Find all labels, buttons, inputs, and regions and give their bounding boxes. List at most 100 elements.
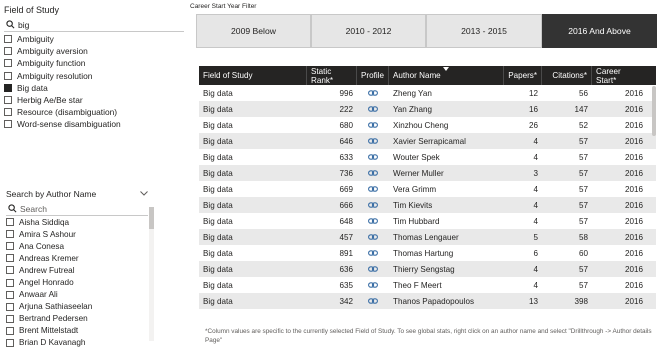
author-option[interactable]: Brent Mittelstadt: [6, 325, 154, 337]
checkbox[interactable]: [4, 35, 12, 44]
author-option[interactable]: Brian D Kavanagh: [6, 337, 154, 349]
column-header-papers[interactable]: Papers*: [504, 66, 542, 85]
checkbox[interactable]: [4, 59, 12, 68]
table-row[interactable]: Big data 633 Wouter Spek 4 57 2016: [199, 149, 656, 165]
cell-profile[interactable]: [357, 197, 389, 213]
cell-profile[interactable]: [357, 85, 389, 101]
career-button-2013-2015[interactable]: 2013 - 2015: [426, 14, 542, 48]
link-icon[interactable]: [368, 121, 378, 130]
cell-author-name[interactable]: T Mcnutt: [389, 309, 504, 312]
career-button-2009-below[interactable]: 2009 Below: [196, 14, 311, 48]
cell-author-name[interactable]: Thierry Sengstag: [389, 261, 504, 277]
table-row[interactable]: Big data 736 Werner Muller 3 57 2016: [199, 165, 656, 181]
cell-profile[interactable]: [357, 261, 389, 277]
link-icon[interactable]: [368, 281, 378, 290]
cell-profile[interactable]: [357, 181, 389, 197]
table-row[interactable]: Big data 636 Thierry Sengstag 4 57 2016: [199, 261, 656, 277]
link-icon[interactable]: [368, 297, 378, 306]
table-row[interactable]: Big data 996 Zheng Yan 12 56 2016: [199, 85, 656, 101]
link-icon[interactable]: [368, 89, 378, 98]
cell-author-name[interactable]: Zheng Yan: [389, 85, 504, 101]
cell-profile[interactable]: [357, 245, 389, 261]
field-of-study-option[interactable]: Big data: [4, 82, 189, 94]
table-row[interactable]: Big data 648 Tim Hubbard 4 57 2016: [199, 213, 656, 229]
cell-profile[interactable]: [357, 213, 389, 229]
cell-profile[interactable]: [357, 165, 389, 181]
table-row[interactable]: Big data 891 Thomas Hartung 6 60 2016: [199, 245, 656, 261]
cell-author-name[interactable]: Thanos Papadopoulos: [389, 293, 504, 309]
column-header-author-name[interactable]: Author Name: [389, 66, 504, 85]
author-option[interactable]: Angel Honrado: [6, 276, 154, 288]
cell-profile[interactable]: [357, 133, 389, 149]
checkbox[interactable]: [6, 230, 14, 239]
checkbox[interactable]: [6, 290, 14, 299]
field-of-study-option[interactable]: Ambiguity aversion: [4, 45, 189, 57]
column-header-static-rank[interactable]: Static Rank*: [307, 66, 357, 85]
table-row[interactable]: Big data 342 Thanos Papadopoulos 13 398 2016: [199, 293, 656, 309]
checkbox[interactable]: [6, 278, 14, 287]
link-icon[interactable]: [368, 137, 378, 146]
table-row[interactable]: Big data 669 Vera Grimm 4 57 2016: [199, 181, 656, 197]
table-row[interactable]: Big data 646 Xavier Serrapicamal 4 57 2016: [199, 133, 656, 149]
link-icon[interactable]: [368, 265, 378, 274]
cell-profile[interactable]: [357, 293, 389, 309]
cell-author-name[interactable]: Yan Zhang: [389, 101, 504, 117]
link-icon[interactable]: [368, 217, 378, 226]
checkbox[interactable]: [6, 254, 14, 263]
author-option[interactable]: Amira S Ashour: [6, 228, 154, 240]
checkbox[interactable]: [6, 326, 14, 335]
field-of-study-option[interactable]: Herbig Ae/Be star: [4, 94, 189, 106]
author-option[interactable]: Anwaar Ali: [6, 289, 154, 301]
cell-profile[interactable]: [357, 229, 389, 245]
career-button-2016-and-above[interactable]: 2016 And Above: [542, 14, 657, 48]
table-row[interactable]: Big data 222 Yan Zhang 16 147 2016: [199, 101, 656, 117]
cell-author-name[interactable]: Theo F Meert: [389, 277, 504, 293]
checkbox[interactable]: [6, 242, 14, 251]
cell-author-name[interactable]: Xavier Serrapicamal: [389, 133, 504, 149]
author-option[interactable]: Ana Conesa: [6, 240, 154, 252]
cell-author-name[interactable]: Tim Hubbard: [389, 213, 504, 229]
checkbox[interactable]: [4, 83, 12, 92]
checkbox[interactable]: [4, 47, 12, 56]
table-row[interactable]: Big data 680 Xinzhou Cheng 26 52 2016: [199, 117, 656, 133]
author-option[interactable]: Bertrand Pedersen: [6, 313, 154, 325]
cell-author-name[interactable]: Thomas Lengauer: [389, 229, 504, 245]
cell-profile[interactable]: [357, 149, 389, 165]
link-icon[interactable]: [368, 249, 378, 258]
cell-profile[interactable]: [357, 277, 389, 293]
checkbox[interactable]: [4, 96, 12, 105]
field-of-study-option[interactable]: Ambiguity function: [4, 57, 189, 69]
cell-author-name[interactable]: Xinzhou Cheng: [389, 117, 504, 133]
author-option[interactable]: Andrew Futreal: [6, 264, 154, 276]
column-header-field-of-study[interactable]: Field of Study: [199, 66, 307, 85]
table-row[interactable]: Big data 457 Thomas Lengauer 5 58 2016: [199, 229, 656, 245]
checkbox[interactable]: [6, 218, 14, 227]
column-header-career-start[interactable]: Career Start*: [592, 66, 647, 85]
link-icon[interactable]: [368, 201, 378, 210]
field-of-study-search-value[interactable]: big: [18, 20, 29, 30]
checkbox[interactable]: [6, 314, 14, 323]
chevron-down-icon[interactable]: [140, 190, 148, 198]
column-header-citations[interactable]: Citations*: [542, 66, 592, 85]
author-scrollbar-thumb[interactable]: [149, 207, 154, 229]
table-row[interactable]: Big data 635 Theo F Meert 4 57 2016: [199, 277, 656, 293]
table-row[interactable]: Big data575 T Mcnutt792016: [199, 309, 656, 312]
table-row[interactable]: Big data 666 Tim Kievits 4 57 2016: [199, 197, 656, 213]
cell-author-name[interactable]: Wouter Spek: [389, 149, 504, 165]
author-option[interactable]: Andreas Kremer: [6, 252, 154, 264]
cell-author-name[interactable]: Thomas Hartung: [389, 245, 504, 261]
author-option[interactable]: Arjuna Sathiaseelan: [6, 301, 154, 313]
checkbox[interactable]: [4, 108, 12, 117]
link-icon[interactable]: [368, 105, 378, 114]
table-scrollbar[interactable]: [652, 86, 656, 136]
link-icon[interactable]: [368, 169, 378, 178]
author-slicer-header[interactable]: Search by Author Name: [6, 188, 148, 200]
column-header-profile[interactable]: Profile: [357, 66, 389, 85]
career-button-2010-2012[interactable]: 2010 - 2012: [311, 14, 426, 48]
link-icon[interactable]: [368, 185, 378, 194]
link-icon[interactable]: [368, 233, 378, 242]
author-scrollbar[interactable]: [149, 207, 154, 341]
author-search-input[interactable]: Search: [20, 204, 47, 214]
author-option[interactable]: Aisha Siddiqa: [6, 216, 154, 228]
cell-profile[interactable]: [357, 117, 389, 133]
